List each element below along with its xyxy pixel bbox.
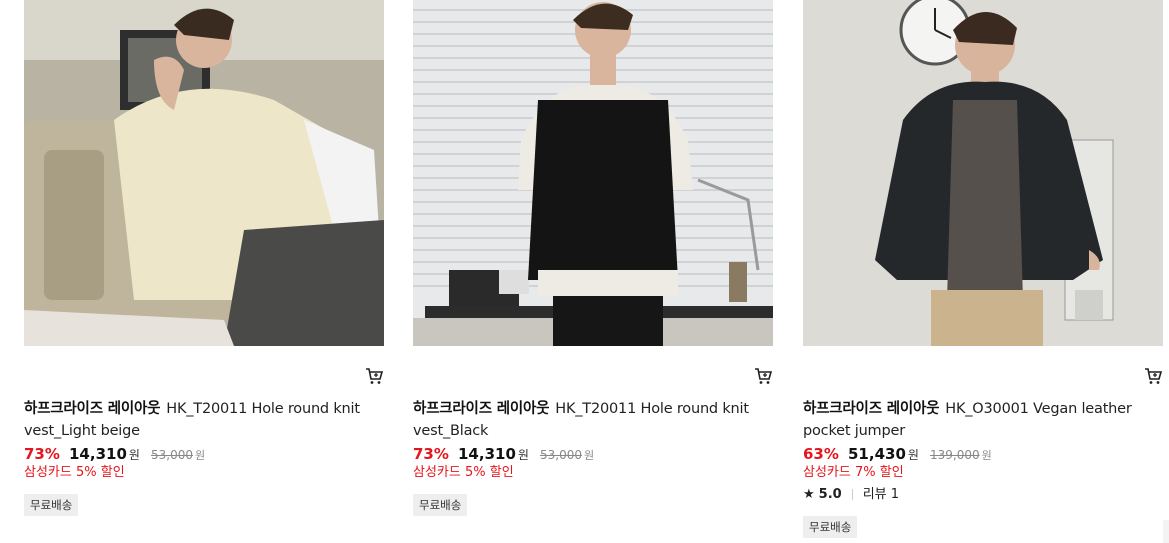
free-shipping-badge: 무료배송 — [803, 516, 858, 538]
sale-price: 51,430 — [848, 445, 906, 463]
cart-icon[interactable] — [753, 366, 773, 386]
brand-name: 하프크라이즈 레이아웃 — [803, 401, 940, 417]
currency-unit: 원 — [128, 448, 140, 462]
currency-unit: 원 — [517, 448, 529, 462]
card-discount-promo: 삼성카드 5% 할인 — [413, 465, 514, 480]
price-row: 63% 51,430 원 139,000 원 — [803, 444, 992, 466]
card-discount-promo: 삼성카드 5% 할인 — [24, 465, 125, 480]
original-currency-unit: 원 — [584, 449, 595, 462]
cart-icon[interactable] — [364, 366, 384, 386]
sale-price: 14,310 — [69, 445, 127, 463]
product-image[interactable] — [24, 0, 384, 346]
product-image[interactable] — [803, 0, 1163, 346]
free-shipping-badge: 무료배송 — [413, 494, 468, 516]
discount-rate: 73% — [413, 445, 449, 463]
card-discount-promo: 삼성카드 7% 할인 — [803, 465, 904, 480]
product-image[interactable] — [413, 0, 773, 346]
cart-icon[interactable] — [1143, 366, 1163, 386]
brand-name: 하프크라이즈 레이아웃 — [413, 401, 550, 417]
original-currency-unit: 원 — [195, 449, 206, 462]
discount-rate: 63% — [803, 445, 839, 463]
product-card[interactable]: 하프크라이즈 레이아웃 HK_T20011 Hole round knit ves… — [24, 0, 384, 516]
divider — [851, 489, 853, 500]
rating-row: ★ 5.0 리뷰 1 — [803, 486, 899, 504]
star-icon: ★ — [803, 487, 815, 502]
product-title[interactable]: 하프크라이즈 레이아웃 HK_O30001 Vegan leather pocke… — [803, 398, 1163, 442]
currency-unit: 원 — [907, 448, 919, 462]
product-title[interactable]: 하프크라이즈 레이아웃 HK_T20011 Hole round knit ves… — [24, 398, 384, 442]
rating-score: 5.0 — [818, 487, 842, 502]
price-row: 73% 14,310 원 53,000 원 — [24, 444, 205, 466]
discount-rate: 73% — [24, 445, 60, 463]
product-title[interactable]: 하프크라이즈 레이아웃 HK_T20011 Hole round knit ves… — [413, 398, 773, 442]
original-price: 53,000 — [151, 448, 194, 462]
original-price: 139,000 — [930, 448, 980, 462]
brand-name: 하프크라이즈 레이아웃 — [24, 401, 161, 417]
product-card[interactable]: 하프크라이즈 레이아웃 HK_O30001 Vegan leather pocke… — [803, 0, 1163, 538]
sale-price: 14,310 — [458, 445, 516, 463]
review-count[interactable]: 리뷰 1 — [863, 487, 899, 502]
scrollbar[interactable] — [1163, 520, 1169, 543]
product-card[interactable]: 하프크라이즈 레이아웃 HK_T20011 Hole round knit ves… — [413, 0, 773, 516]
free-shipping-badge: 무료배송 — [24, 494, 79, 516]
original-price: 53,000 — [540, 448, 583, 462]
original-currency-unit: 원 — [981, 449, 992, 462]
price-row: 73% 14,310 원 53,000 원 — [413, 444, 594, 466]
